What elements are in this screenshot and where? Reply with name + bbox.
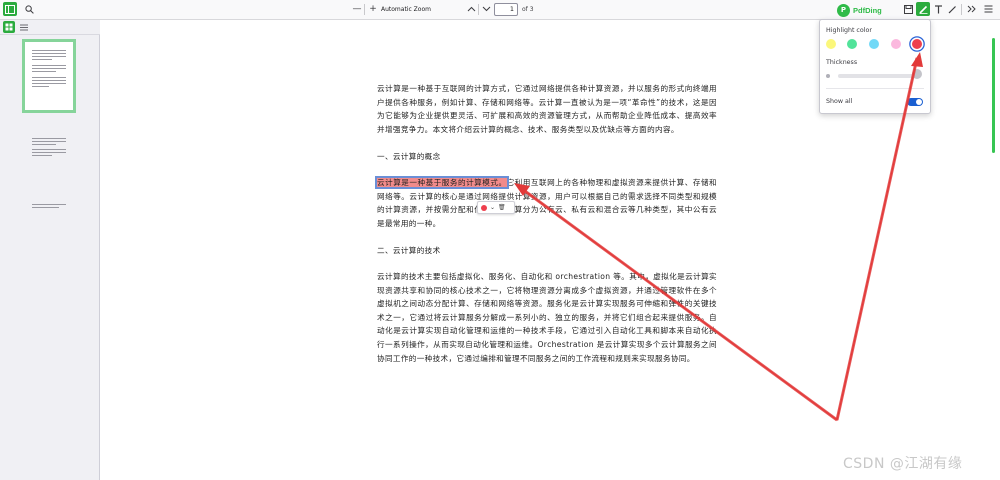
page-thumbnail-3[interactable]: [25, 196, 73, 264]
heading-concept: 一、云计算的概念: [377, 152, 441, 162]
toolbar: — + Automatic Zoom 1 of 3 P PdfDing: [0, 0, 1000, 20]
watermark: CSDN @江湖有缘: [843, 456, 963, 472]
zoom-out-button[interactable]: —: [350, 2, 364, 16]
brand-name: PdfDing: [853, 5, 882, 15]
sidebar: [0, 20, 100, 480]
paragraph-intro: 云计算是一种基于互联网的计算方式，它通过网络提供各种计算资源，并以服务的形式向终…: [377, 84, 717, 134]
thickness-min-icon: [826, 74, 830, 78]
thumbnails-view-icon[interactable]: [3, 21, 15, 33]
divider: [826, 88, 924, 89]
vertical-scrollbar[interactable]: [992, 38, 995, 153]
next-page-icon[interactable]: [479, 2, 493, 16]
thumbnail-text-lines: [32, 136, 66, 156]
color-swatch-green[interactable]: [847, 39, 857, 49]
text-tool-icon[interactable]: [931, 2, 945, 16]
page-thumbnail-1[interactable]: [22, 39, 76, 113]
color-swatch-yellow[interactable]: [826, 39, 836, 49]
sidebar-header: [0, 20, 100, 35]
show-all-toggle[interactable]: [907, 98, 923, 106]
outline-view-icon[interactable]: [18, 21, 30, 33]
previous-page-icon[interactable]: [464, 2, 478, 16]
thumbnail-text-lines: [32, 202, 66, 208]
thickness-slider[interactable]: [838, 74, 918, 78]
highlight-pen-icon[interactable]: [916, 2, 930, 16]
page-number-input[interactable]: 1: [494, 3, 518, 16]
thickness-max-icon: [912, 69, 922, 79]
menu-icon[interactable]: [981, 2, 995, 16]
page-count: of 3: [522, 6, 534, 13]
separator: [961, 4, 962, 15]
color-swatch-blue[interactable]: [869, 39, 879, 49]
highlight-settings-panel: Highlight color Thickness Show all: [819, 19, 931, 114]
paragraph-concept: 云计算是一种基于服务的计算模式。它利用互联网上的各种物理和虚拟资源来提供计算、存…: [375, 175, 717, 230]
thumbnail-text-lines: [32, 48, 66, 87]
pdfding-logo-icon: P: [837, 3, 850, 17]
separator: [364, 4, 365, 15]
color-swatch-pink[interactable]: [891, 39, 901, 49]
delete-icon[interactable]: 🗑: [498, 204, 506, 211]
document-page: 云计算是一种基于互联网的计算方式，它通过网络提供各种计算资源，并以服务的形式向终…: [375, 82, 717, 379]
chevron-down-icon[interactable]: ⌄: [490, 204, 495, 211]
annotation-popup: ⌄ 🗑: [477, 201, 515, 214]
page-thumbnail-2[interactable]: [25, 128, 73, 196]
color-swatch-red[interactable]: [912, 39, 922, 49]
show-all-label: Show all: [826, 98, 853, 105]
brand: P PdfDing: [837, 3, 882, 17]
heading-technology: 二、云计算的技术: [377, 246, 441, 256]
highlight-color-label: Highlight color: [826, 27, 872, 34]
annotation-color-icon[interactable]: [481, 204, 487, 211]
save-icon[interactable]: [901, 2, 915, 16]
zoom-select[interactable]: Automatic Zoom: [378, 2, 434, 17]
more-tools-icon[interactable]: [964, 2, 978, 16]
highlight-annotation[interactable]: 云计算是一种基于服务的计算模式。: [375, 175, 509, 189]
thickness-label: Thickness: [826, 59, 858, 66]
paragraph-technology: 云计算的技术主要包括虚拟化、服务化、自动化和 orchestration 等。其…: [377, 271, 717, 363]
draw-tool-icon[interactable]: [945, 2, 959, 16]
sidebar-toggle-icon[interactable]: [3, 2, 17, 16]
search-icon[interactable]: [22, 2, 36, 16]
